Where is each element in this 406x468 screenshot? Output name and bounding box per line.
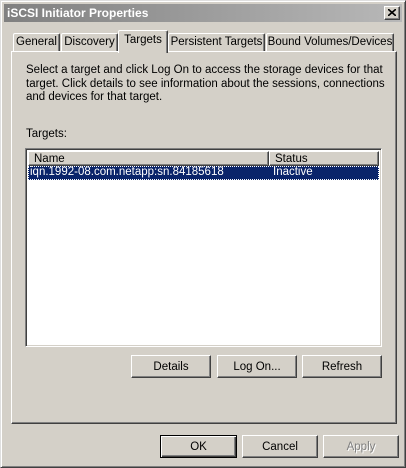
column-header-status[interactable]: Status <box>269 151 379 166</box>
target-status-cell: Inactive <box>273 166 313 178</box>
details-button[interactable]: Details <box>131 355 211 378</box>
target-name-cell: iqn.1992-08.com.netapp:sn.84185618 <box>30 166 224 178</box>
list-header: Name Status <box>28 151 379 166</box>
logon-button[interactable]: Log On... <box>217 355 297 378</box>
refresh-button[interactable]: Refresh <box>302 355 382 378</box>
targets-description: Select a target and click Log On to acce… <box>26 64 385 103</box>
window-title: iSCSI Initiator Properties <box>7 6 149 20</box>
title-bar[interactable]: iSCSI Initiator Properties <box>4 4 402 22</box>
tab-targets[interactable]: Targets <box>118 30 168 53</box>
tab-bound-volumes[interactable]: Bound Volumes/Devices <box>266 33 394 51</box>
tab-general[interactable]: General <box>13 33 60 51</box>
column-header-name[interactable]: Name <box>28 151 269 166</box>
cancel-button[interactable]: Cancel <box>242 435 318 458</box>
ok-button[interactable]: OK <box>160 435 237 458</box>
targets-label: Targets: <box>26 128 67 140</box>
close-button[interactable] <box>384 6 400 20</box>
tab-discovery[interactable]: Discovery <box>61 33 118 51</box>
tab-persistent-targets[interactable]: Persistent Targets <box>168 33 265 51</box>
close-icon <box>388 9 396 16</box>
apply-button[interactable]: Apply <box>323 435 399 458</box>
table-row[interactable]: iqn.1992-08.com.netapp:sn.84185618 Inact… <box>28 166 379 180</box>
targets-list[interactable]: Name Status iqn.1992-08.com.netapp:sn.84… <box>25 148 382 347</box>
iscsi-properties-dialog: iSCSI Initiator Properties General Disco… <box>0 0 406 468</box>
